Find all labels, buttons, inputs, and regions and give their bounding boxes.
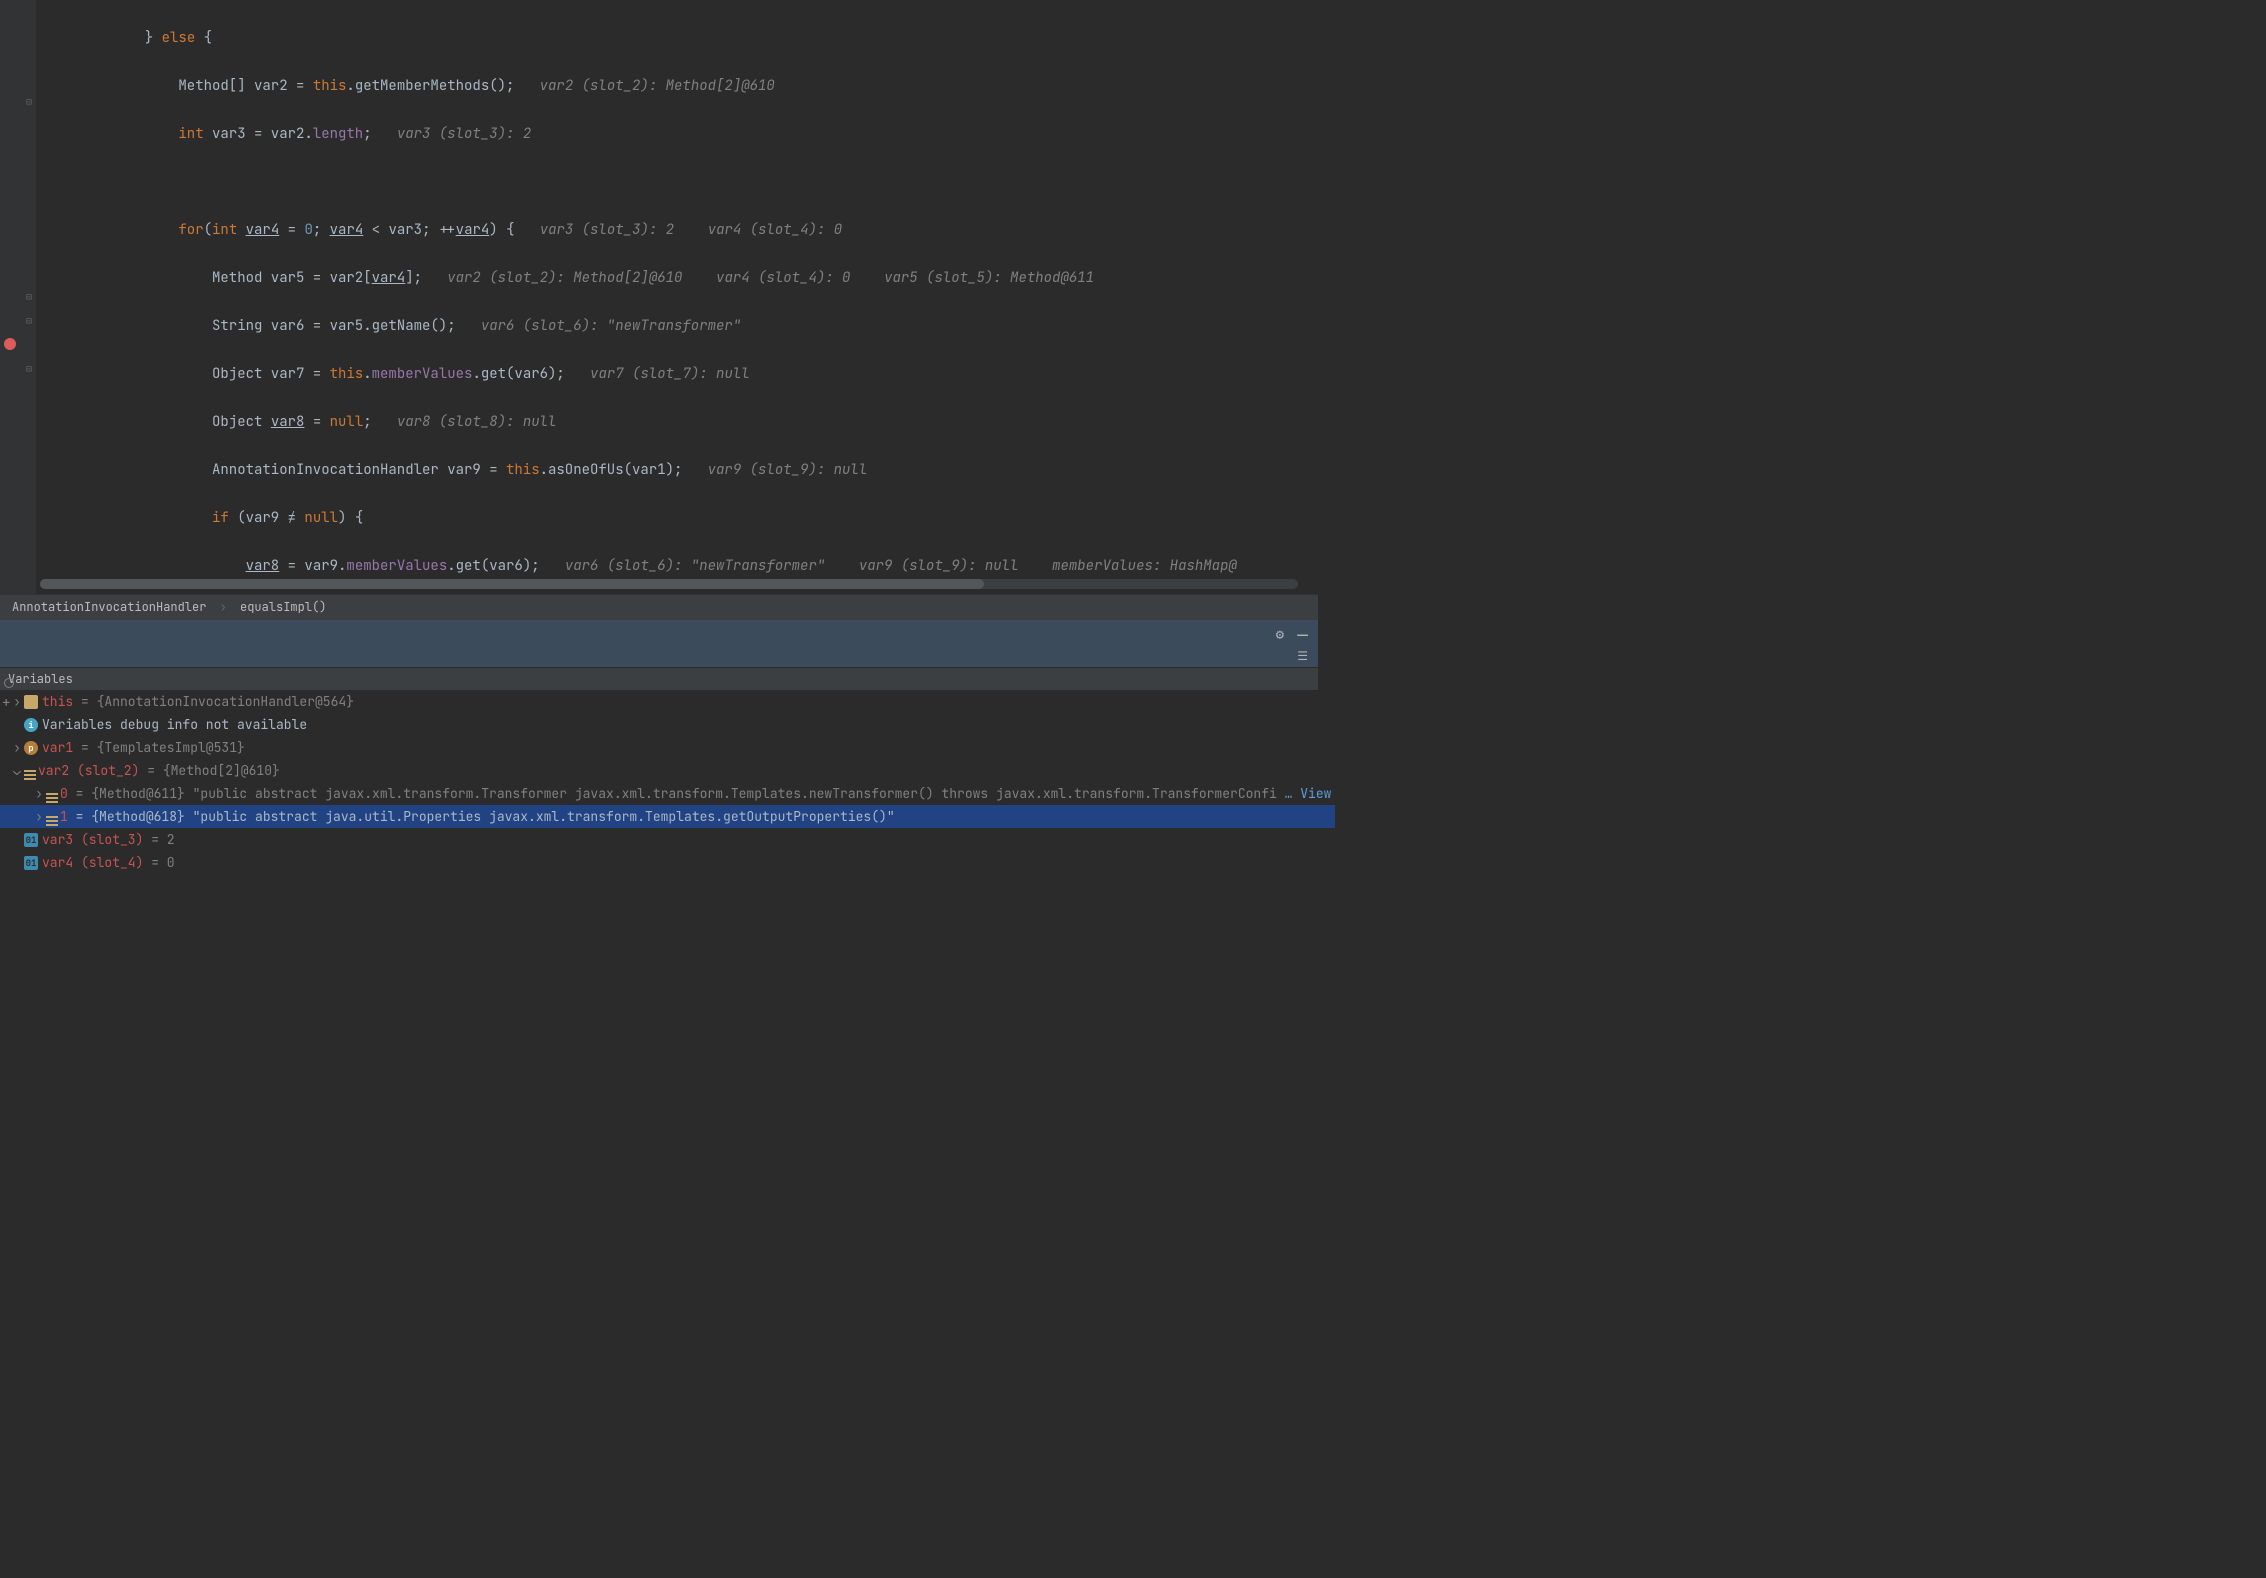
fold-marker[interactable]: ⊟ — [24, 362, 34, 375]
variable-name: var4 (slot_4) — [42, 854, 143, 871]
menu-icon[interactable]: ☰ — [1297, 648, 1308, 664]
chevron-right-icon: › — [220, 599, 227, 615]
breadcrumb[interactable]: AnnotationInvocationHandler › equalsImpl… — [0, 594, 1318, 620]
fold-marker[interactable]: ⊟ — [24, 314, 34, 327]
variable-row[interactable]: ›1 = {Method@618} "public abstract java.… — [0, 805, 1335, 828]
expand-toggle[interactable]: › — [32, 785, 46, 802]
watch-icon[interactable] — [4, 678, 14, 688]
variable-row[interactable]: ›pvar1 = {TemplatesImpl@531} — [0, 736, 1335, 759]
fold-marker[interactable]: ⊟ — [24, 95, 34, 108]
element-icon — [46, 792, 60, 795]
minimize-icon[interactable]: — — [1297, 624, 1308, 647]
element-icon — [46, 815, 60, 818]
object-icon — [24, 695, 38, 709]
variable-row[interactable]: ⌄var2 (slot_2) = {Method[2]@610} — [0, 759, 1335, 782]
variable-row[interactable]: ›this = {AnnotationInvocationHandler@564… — [0, 690, 1335, 713]
variable-name: var3 (slot_3) — [42, 831, 143, 848]
expand-toggle[interactable]: › — [32, 808, 46, 825]
variable-name: 1 — [60, 808, 68, 825]
debug-tool-strip: ⚙ — ☰ — [0, 620, 1318, 668]
code-editor[interactable]: ⊟ ⊟ ⊟ ⊟ } else { Method[] var2 = this.ge… — [0, 0, 1318, 594]
variable-row[interactable]: 01var3 (slot_3) = 2 — [0, 828, 1335, 851]
variable-name: var1 — [42, 739, 73, 756]
plus-icon[interactable]: + — [2, 694, 10, 712]
variable-name: var2 (slot_2) — [38, 762, 139, 779]
fold-marker[interactable]: ⊟ — [24, 290, 34, 303]
code-content[interactable]: } else { Method[] var2 = this.getMemberM… — [36, 0, 1318, 594]
variable-info-text: Variables debug info not available — [42, 716, 307, 733]
variable-name: 0 — [60, 785, 68, 802]
variables-tree[interactable]: ›this = {AnnotationInvocationHandler@564… — [0, 690, 1335, 874]
editor-gutter: ⊟ ⊟ ⊟ ⊟ — [0, 0, 36, 594]
expand-toggle[interactable]: › — [10, 693, 24, 710]
expand-toggle[interactable]: › — [10, 739, 24, 756]
gear-icon[interactable]: ⚙ — [1276, 626, 1284, 644]
info-icon: i — [24, 718, 38, 732]
expand-toggle[interactable]: ⌄ — [10, 762, 24, 779]
variables-panel-header: Variables — [0, 668, 1318, 690]
variable-row[interactable]: i Variables debug info not available — [0, 713, 1335, 736]
breadcrumb-method[interactable]: equalsImpl() — [240, 599, 326, 615]
param-icon: p — [24, 741, 38, 755]
horizontal-scrollbar[interactable] — [40, 579, 1298, 589]
primitive-icon: 01 — [24, 856, 38, 870]
variable-row[interactable]: ›0 = {Method@611} "public abstract javax… — [0, 782, 1335, 805]
primitive-icon: 01 — [24, 833, 38, 847]
variable-row[interactable]: 01var4 (slot_4) = 0 — [0, 851, 1335, 874]
breadcrumb-class[interactable]: AnnotationInvocationHandler — [12, 599, 206, 615]
array-icon — [24, 769, 38, 772]
view-link[interactable]: … View — [1285, 785, 1332, 802]
breakpoint-icon[interactable] — [4, 338, 16, 350]
variable-name: this — [42, 693, 73, 710]
scrollbar-thumb[interactable] — [40, 579, 984, 589]
